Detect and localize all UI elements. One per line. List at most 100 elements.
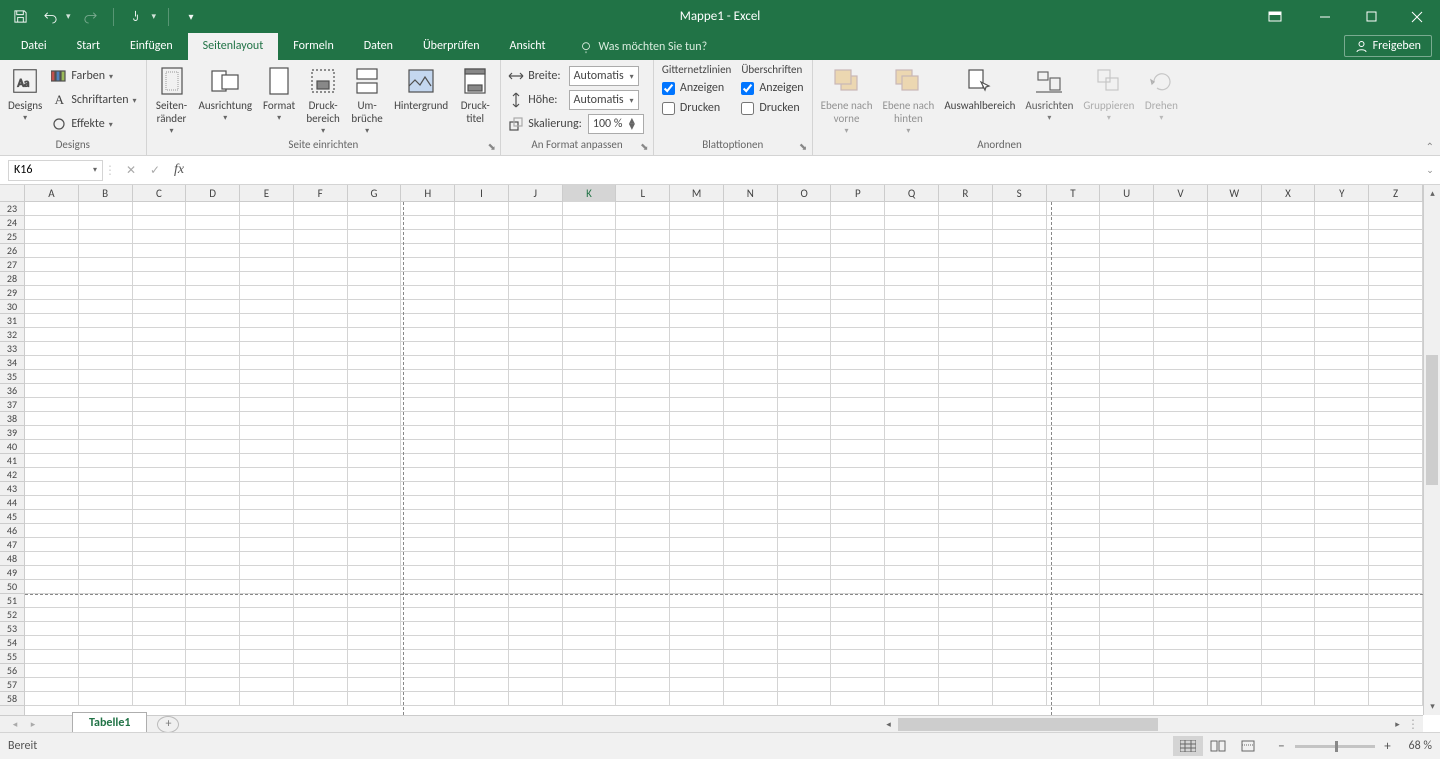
column-header[interactable]: Z bbox=[1369, 185, 1423, 202]
save-icon[interactable] bbox=[10, 7, 30, 27]
row-header[interactable]: 55 bbox=[0, 650, 25, 664]
scroll-left-icon[interactable]: ◂ bbox=[880, 716, 897, 733]
sheet-tab-tabelle1[interactable]: Tabelle1 bbox=[72, 712, 147, 733]
row-header[interactable]: 42 bbox=[0, 468, 25, 482]
page-layout-view-icon[interactable] bbox=[1203, 736, 1233, 756]
select-all-cell[interactable] bbox=[0, 185, 25, 202]
skalierung-input[interactable]: 100 %▴▾ bbox=[588, 114, 644, 134]
column-header[interactable]: P bbox=[831, 185, 885, 202]
column-header[interactable]: Q bbox=[885, 185, 939, 202]
hintergrund-button[interactable]: Hintergrund bbox=[390, 63, 452, 112]
column-header[interactable]: C bbox=[133, 185, 187, 202]
blattoptionen-launcher[interactable]: ⬊ bbox=[797, 140, 810, 153]
column-header[interactable]: W bbox=[1208, 185, 1262, 202]
accept-formula-icon[interactable]: ✓ bbox=[143, 160, 167, 181]
row-header[interactable]: 34 bbox=[0, 356, 25, 370]
row-header[interactable]: 37 bbox=[0, 398, 25, 412]
tab-ueberpruefen[interactable]: Überprüfen bbox=[408, 33, 495, 60]
undo-icon[interactable] bbox=[40, 7, 60, 27]
column-header[interactable]: E bbox=[240, 185, 294, 202]
tab-formeln[interactable]: Formeln bbox=[278, 33, 348, 60]
row-header[interactable]: 48 bbox=[0, 552, 25, 566]
row-header[interactable]: 40 bbox=[0, 440, 25, 454]
row-header[interactable]: 52 bbox=[0, 608, 25, 622]
tab-seitenlayout[interactable]: Seitenlayout bbox=[188, 33, 279, 60]
ausrichten-button[interactable]: Ausrichten▾ bbox=[1021, 63, 1077, 123]
horizontal-scroll-thumb[interactable] bbox=[898, 718, 1158, 731]
druckbereich-button[interactable]: Druck- bereich▾ bbox=[302, 63, 344, 136]
row-header[interactable]: 33 bbox=[0, 342, 25, 356]
column-header[interactable]: B bbox=[79, 185, 133, 202]
sheet-nav-next[interactable]: ▸ bbox=[24, 719, 42, 730]
row-header[interactable]: 57 bbox=[0, 678, 25, 692]
column-header[interactable]: O bbox=[778, 185, 832, 202]
row-header[interactable]: 27 bbox=[0, 258, 25, 272]
column-header[interactable]: V bbox=[1154, 185, 1208, 202]
ribbon-display-icon[interactable] bbox=[1252, 0, 1298, 33]
gitter-drucken-checkbox[interactable]: Drucken bbox=[658, 98, 735, 118]
row-header[interactable]: 25 bbox=[0, 230, 25, 244]
scroll-down-icon[interactable]: ▾ bbox=[1424, 698, 1440, 715]
row-header[interactable]: 23 bbox=[0, 202, 25, 216]
gitter-anzeigen-checkbox[interactable]: Anzeigen bbox=[658, 78, 735, 98]
zoom-level[interactable]: 68 % bbox=[1409, 739, 1432, 753]
vertical-scrollbar[interactable]: ▴ ▾ bbox=[1423, 185, 1440, 715]
row-header[interactable]: 43 bbox=[0, 482, 25, 496]
designs-button[interactable]: Aa Designs ▾ bbox=[4, 63, 46, 123]
row-header[interactable]: 24 bbox=[0, 216, 25, 230]
touch-dropdown[interactable]: ▾ bbox=[152, 11, 157, 22]
undo-dropdown[interactable]: ▾ bbox=[66, 11, 71, 22]
tab-file[interactable]: Datei bbox=[6, 33, 62, 60]
qat-customize-icon[interactable]: ▾ bbox=[181, 7, 201, 27]
farben-button[interactable]: Farben▾ bbox=[48, 65, 141, 87]
umbrueche-button[interactable]: Um- brüche▾ bbox=[346, 63, 388, 136]
horizontal-scrollbar[interactable]: ◂ ▸ bbox=[880, 716, 1406, 733]
row-header[interactable]: 41 bbox=[0, 454, 25, 468]
column-header[interactable]: R bbox=[939, 185, 993, 202]
row-header[interactable]: 30 bbox=[0, 300, 25, 314]
row-header[interactable]: 38 bbox=[0, 412, 25, 426]
column-header[interactable]: J bbox=[509, 185, 563, 202]
new-sheet-button[interactable]: + bbox=[157, 716, 179, 733]
column-header[interactable]: L bbox=[616, 185, 670, 202]
close-button[interactable] bbox=[1394, 0, 1440, 33]
column-header[interactable]: G bbox=[348, 185, 402, 202]
column-header[interactable]: A bbox=[25, 185, 79, 202]
row-header[interactable]: 31 bbox=[0, 314, 25, 328]
row-header[interactable]: 54 bbox=[0, 636, 25, 650]
cancel-formula-icon[interactable]: ✕ bbox=[119, 160, 143, 181]
row-header[interactable]: 35 bbox=[0, 370, 25, 384]
formula-input[interactable] bbox=[191, 160, 1420, 181]
row-header[interactable]: 53 bbox=[0, 622, 25, 636]
column-header[interactable]: S bbox=[993, 185, 1047, 202]
column-header[interactable]: H bbox=[401, 185, 455, 202]
tab-einfuegen[interactable]: Einfügen bbox=[115, 33, 188, 60]
zoom-in-button[interactable]: + bbox=[1381, 739, 1395, 754]
column-header[interactable]: F bbox=[294, 185, 348, 202]
tab-daten[interactable]: Daten bbox=[349, 33, 408, 60]
row-header[interactable]: 46 bbox=[0, 524, 25, 538]
tab-start[interactable]: Start bbox=[62, 33, 115, 60]
effekte-button[interactable]: Effekte▾ bbox=[48, 113, 141, 135]
breite-input[interactable]: Automatis▾ bbox=[569, 66, 639, 86]
normal-view-icon[interactable] bbox=[1173, 736, 1203, 756]
scroll-right-icon[interactable]: ▸ bbox=[1389, 716, 1406, 733]
scroll-up-icon[interactable]: ▴ bbox=[1424, 185, 1440, 202]
row-header[interactable]: 29 bbox=[0, 286, 25, 300]
column-header[interactable]: I bbox=[455, 185, 509, 202]
drehen-button[interactable]: Drehen▾ bbox=[1140, 63, 1182, 123]
row-header[interactable]: 49 bbox=[0, 566, 25, 580]
tab-ansicht[interactable]: Ansicht bbox=[495, 33, 561, 60]
zoom-out-button[interactable]: − bbox=[1275, 739, 1289, 754]
row-header[interactable]: 36 bbox=[0, 384, 25, 398]
row-header[interactable]: 58 bbox=[0, 692, 25, 706]
tell-me-search[interactable]: Was möchten Sie tun? bbox=[579, 33, 708, 60]
ebene-hinten-button[interactable]: Ebene nach hinten▾ bbox=[878, 63, 938, 136]
maximize-button[interactable] bbox=[1348, 0, 1394, 33]
column-header[interactable]: U bbox=[1100, 185, 1154, 202]
column-header[interactable]: D bbox=[186, 185, 240, 202]
an-format-launcher[interactable]: ⬊ bbox=[638, 140, 651, 153]
tab-scroll-resize[interactable]: ⋮ bbox=[1407, 717, 1419, 732]
column-header[interactable]: Y bbox=[1315, 185, 1369, 202]
column-header[interactable]: K bbox=[563, 185, 617, 202]
